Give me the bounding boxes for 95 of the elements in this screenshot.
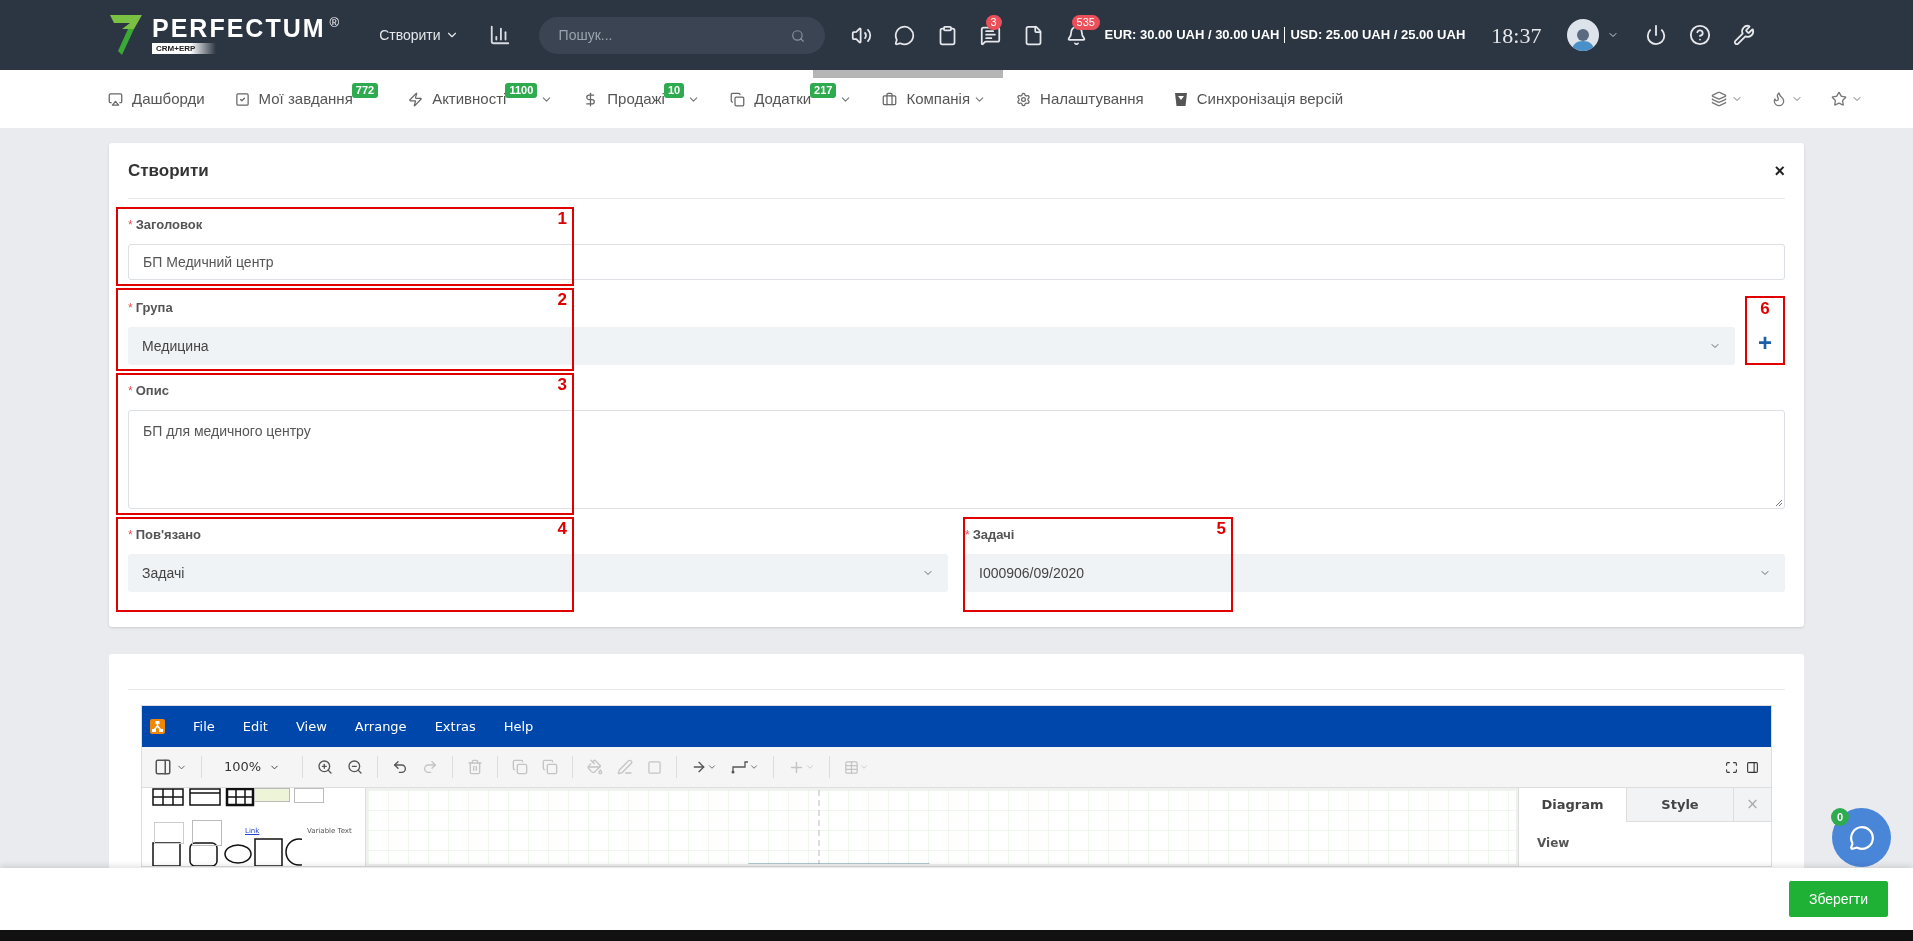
search-icon (790, 28, 805, 43)
company-icon (882, 91, 898, 107)
zoom-in-icon[interactable] (317, 759, 334, 775)
field-label: Опис (135, 382, 169, 401)
table-shape (154, 822, 184, 844)
menu-item[interactable]: Arrange (354, 716, 407, 737)
exchange-rate: USD: 25.00 UAH / 25.00 UAH (1290, 26, 1466, 45)
fullscreen-icon[interactable] (1725, 760, 1738, 774)
select-field[interactable]: Медицина (128, 327, 1735, 365)
required-mark: * (965, 527, 970, 544)
menu-item[interactable]: View (295, 716, 327, 737)
annotation-number: 2 (557, 290, 567, 310)
required-mark: * (128, 527, 133, 544)
annotation-number: 1 (557, 209, 567, 229)
avatar[interactable] (1567, 19, 1600, 51)
fire-icon[interactable] (1771, 91, 1787, 107)
annotation-number: 6 (1760, 299, 1770, 319)
menu-item[interactable]: Edit (242, 716, 268, 737)
add-button[interactable]: + (1750, 328, 1780, 358)
nav-link[interactable]: Мої завдання (258, 87, 353, 111)
required-mark: * (128, 300, 133, 317)
close-button[interactable]: × (1774, 161, 1785, 180)
nav-link[interactable]: Додатки (754, 87, 812, 111)
count-badge: 535 (1071, 14, 1100, 30)
activity-icon (408, 91, 424, 107)
panel-toggle-icon[interactable] (1746, 760, 1759, 774)
addons-icon (730, 91, 746, 107)
registered-mark: ® (329, 16, 340, 29)
field-label: Пов'язано (135, 526, 201, 545)
menu-item[interactable]: File (193, 716, 215, 737)
field-label: Задачі (972, 526, 1015, 545)
field-text: БП для медичного центру (143, 423, 311, 439)
bell-icon[interactable] (1065, 24, 1087, 46)
count-badge: 10 (663, 82, 685, 98)
card-title: Створити (128, 159, 210, 182)
chat-icon (1848, 824, 1875, 851)
settings-icon (1016, 91, 1032, 107)
annotation-number: 4 (557, 519, 567, 539)
count-badge: 3 (985, 14, 1002, 30)
panel-heading: View (1536, 835, 1571, 852)
settings-icon[interactable] (1733, 24, 1756, 46)
table-shape (254, 788, 290, 802)
caret-icon[interactable] (707, 762, 718, 772)
clock: 18:37 (1491, 21, 1542, 50)
count-badge: 772 (351, 82, 379, 98)
nav-link[interactable]: Продажі (607, 87, 665, 111)
nav-link[interactable]: Компанія (906, 87, 971, 111)
field-label: Заголовок (135, 216, 203, 235)
nav-link[interactable]: Синхронізація версій (1196, 87, 1344, 111)
required-mark: * (128, 217, 133, 234)
nav-link[interactable]: Активності (432, 87, 507, 111)
scroll-thumb[interactable] (813, 70, 1003, 78)
nav-link[interactable]: Дашборди (132, 87, 205, 111)
count-badge: 217 (810, 82, 837, 98)
menu-item[interactable]: Extras (434, 716, 476, 737)
logo-icon (108, 13, 144, 57)
help-icon[interactable] (1689, 24, 1712, 46)
messages-icon[interactable] (979, 24, 1001, 46)
chart-icon[interactable] (488, 24, 511, 46)
dashboard-icon (108, 91, 123, 107)
table-shape (294, 788, 324, 803)
resize-grip-icon (1775, 499, 1783, 507)
format-panel-icon[interactable] (154, 758, 172, 776)
search-field[interactable]: Пошук... (538, 16, 825, 54)
waypoint-icon[interactable] (731, 760, 750, 774)
count-badge: 0 (1831, 808, 1849, 826)
layers-icon[interactable] (1711, 91, 1727, 107)
count-badge: 1100 (505, 82, 538, 98)
bucket-icon (1173, 91, 1188, 107)
star-icon[interactable] (1831, 91, 1847, 107)
caret-icon[interactable] (749, 762, 760, 772)
chat-icon[interactable] (893, 24, 915, 46)
fill-color-icon[interactable] (587, 759, 604, 775)
undo-icon[interactable] (392, 759, 409, 775)
description-field[interactable]: БП для медичного центру (128, 410, 1785, 509)
create-menu[interactable]: Створити (379, 24, 459, 46)
required-mark: * (128, 383, 133, 400)
nav-link[interactable]: Налаштування (1040, 87, 1144, 111)
power-icon[interactable] (1645, 24, 1668, 46)
logo-subtitle: CRM+ERP (152, 43, 216, 54)
text-field[interactable]: БП Медичний центр (128, 244, 1785, 280)
annotation-number: 3 (557, 375, 567, 395)
logo-text: PERFECTUM (152, 16, 326, 41)
select-field[interactable]: I000906/09/2020 (965, 554, 1785, 592)
menu-item[interactable]: Help (503, 716, 534, 737)
field-label: Група (135, 299, 173, 318)
annotation-number: 5 (1216, 519, 1226, 539)
exchange-rate: EUR: 30.00 UAH / 30.00 UAH (1104, 26, 1280, 45)
zoom-select[interactable]: 100% (216, 757, 289, 777)
panel-tab[interactable]: Style (1626, 788, 1733, 822)
tasks-icon (234, 91, 250, 107)
app-logo-icon (150, 719, 165, 734)
zoom-out-icon[interactable] (347, 759, 364, 775)
line-color-icon[interactable] (617, 759, 634, 775)
select-field[interactable]: Задачі (128, 554, 948, 592)
